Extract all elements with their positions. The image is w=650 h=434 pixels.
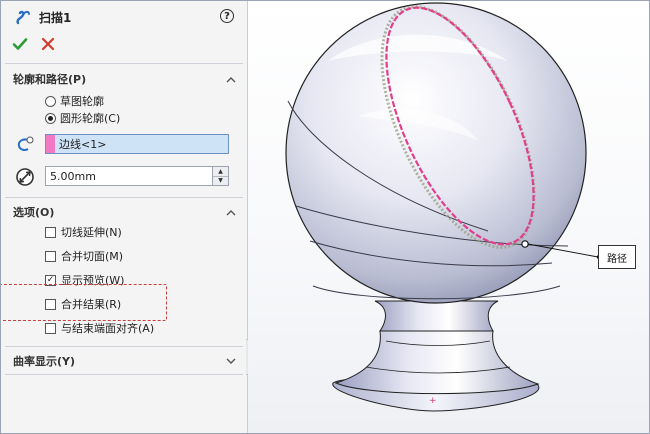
check-icon	[12, 38, 28, 50]
spin-down-icon[interactable]: ▼	[213, 176, 228, 185]
merge-tangent-faces-checkbox[interactable]: 合并切面(M)	[45, 248, 123, 264]
align-with-end-faces-checkbox[interactable]: 与结束端面对齐(A)	[45, 320, 154, 336]
radio-indicator[interactable]	[45, 112, 56, 124]
tangent-propagation-checkbox[interactable]: 切线延伸(N)	[45, 224, 122, 240]
section-title: 曲率显示(Y)	[13, 355, 76, 368]
radio-label: 草图轮廓	[60, 95, 104, 108]
section-title: 选项(O)	[13, 206, 55, 219]
sweep-window: 扫描1 ? 轮廓和路径(P) 草图轮廓 圆形轮廓(C) 边线<1> 5.00mm…	[0, 0, 650, 434]
path-selection-box[interactable]: 边线<1>	[45, 134, 229, 154]
circular-profile-radio[interactable]: 圆形轮廓(C)	[45, 110, 120, 126]
path-selection-value: 边线<1>	[59, 138, 107, 151]
property-manager: 扫描1 ? 轮廓和路径(P) 草图轮廓 圆形轮廓(C) 边线<1> 5.00mm…	[1, 1, 248, 433]
diameter-value: 5.00mm	[50, 169, 96, 183]
profile-path-section-header[interactable]: 轮廓和路径(P)	[1, 68, 247, 90]
checkbox-indicator[interactable]	[45, 322, 56, 334]
feature-title-row: 扫描1	[13, 7, 71, 27]
path-color-swatch	[46, 135, 55, 153]
path-selection-icon	[15, 135, 35, 155]
sweep-feature-icon	[13, 7, 33, 27]
cancel-button[interactable]	[40, 36, 56, 52]
checkbox-label: 切线延伸(N)	[61, 226, 122, 239]
sketch-profile-radio[interactable]: 草图轮廓	[45, 93, 104, 109]
divider	[5, 374, 243, 375]
options-section-header[interactable]: 选项(O)	[1, 201, 247, 223]
divider	[5, 197, 243, 198]
divider	[5, 63, 243, 64]
graphics-viewport[interactable]: +	[248, 1, 649, 433]
checkbox-indicator[interactable]	[45, 226, 56, 238]
feature-title: 扫描1	[39, 10, 72, 25]
chevron-up-icon[interactable]	[225, 73, 237, 85]
close-x-icon	[41, 37, 55, 51]
path-callout-label[interactable]: 路径	[598, 245, 636, 269]
chevron-down-icon[interactable]	[225, 355, 237, 367]
help-circle-icon[interactable]: ?	[220, 9, 234, 23]
diameter-input[interactable]: 5.00mm ▲ ▼	[45, 166, 229, 186]
diameter-spinner[interactable]: ▲ ▼	[212, 167, 228, 185]
divider	[5, 346, 243, 347]
radio-label: 圆形轮廓(C)	[60, 112, 121, 125]
curvature-display-section-header[interactable]: 曲率显示(Y)	[1, 350, 247, 372]
section-title: 轮廓和路径(P)	[13, 73, 87, 86]
merge-result-highlight	[1, 284, 167, 321]
checkbox-label: 与结束端面对齐(A)	[61, 322, 155, 335]
checkbox-indicator[interactable]	[45, 250, 56, 262]
sweep-model-view: +	[285, 2, 602, 412]
checkbox-label: 合并切面(M)	[61, 250, 124, 263]
radio-indicator[interactable]	[45, 95, 56, 107]
diameter-icon	[15, 167, 35, 187]
chevron-up-icon[interactable]	[225, 206, 237, 218]
ok-button[interactable]	[12, 36, 28, 52]
svg-text:+: +	[429, 396, 437, 406]
spin-up-icon[interactable]: ▲	[213, 167, 228, 177]
